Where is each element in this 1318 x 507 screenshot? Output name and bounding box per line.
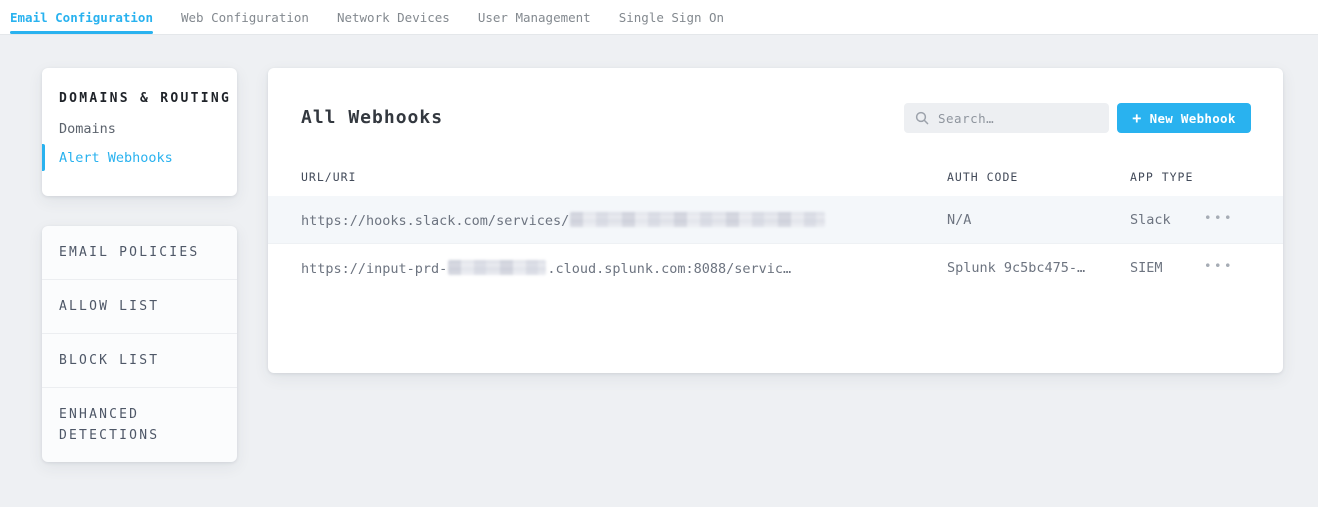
auth-code-cell: Splunk 9c5bc475-… xyxy=(947,260,1085,276)
sidebar-item-enhanced-detections[interactable]: ENHANCED DETECTIONS xyxy=(42,387,237,462)
redacted-url-segment xyxy=(448,260,546,275)
search-icon xyxy=(915,111,929,125)
tab-email-configuration[interactable]: Email Configuration xyxy=(10,0,153,34)
sidebar-item-email-policies[interactable]: EMAIL POLICIES xyxy=(42,226,237,279)
sidebar-item-label: Alert Webhooks xyxy=(59,150,173,166)
url-prefix: https://input-prd- xyxy=(301,261,447,277)
domains-routing-card: DOMAINS & ROUTING Domains Alert Webhooks xyxy=(42,68,237,196)
page-title: All Webhooks xyxy=(301,108,443,128)
new-webhook-button[interactable]: + New Webhook xyxy=(1117,103,1251,133)
ellipsis-menu-icon: ••• xyxy=(1204,258,1234,273)
sidebar-item-domains[interactable]: Domains xyxy=(42,106,237,137)
table-row: https://hooks.slack.com/services/ N/A Sl… xyxy=(268,196,1283,244)
column-header-url-uri: URL/URI xyxy=(301,170,356,184)
row-actions-menu[interactable]: ••• xyxy=(1204,210,1234,226)
tab-user-management[interactable]: User Management xyxy=(478,0,591,34)
tab-web-configuration[interactable]: Web Configuration xyxy=(181,0,309,34)
domains-routing-header: DOMAINS & ROUTING xyxy=(42,68,237,106)
new-webhook-label: New Webhook xyxy=(1150,111,1236,126)
url-prefix: https://hooks.slack.com/services/ xyxy=(301,213,569,229)
sidebar-item-allow-list[interactable]: ALLOW LIST xyxy=(42,279,237,333)
column-header-auth-code: AUTH CODE xyxy=(947,170,1018,184)
plus-icon: + xyxy=(1132,111,1141,126)
app-type-cell: SIEM xyxy=(1130,260,1163,276)
search-box xyxy=(904,103,1109,133)
tab-single-sign-on[interactable]: Single Sign On xyxy=(619,0,724,34)
webhook-url-cell: https://input-prd- .cloud.splunk.com:8088… xyxy=(301,260,791,277)
url-suffix: .cloud.splunk.com:8088/servic… xyxy=(547,261,791,277)
table-row: https://input-prd- .cloud.splunk.com:8088… xyxy=(268,244,1283,291)
app-type-cell: Slack xyxy=(1130,212,1171,228)
top-nav: Email Configuration Web Configuration Ne… xyxy=(0,0,1318,35)
sidebar-sections-card: EMAIL POLICIES ALLOW LIST BLOCK LIST ENH… xyxy=(42,226,237,462)
sidebar-item-alert-webhooks[interactable]: Alert Webhooks xyxy=(42,137,237,166)
auth-code-cell: N/A xyxy=(947,212,971,228)
ellipsis-menu-icon: ••• xyxy=(1204,210,1234,225)
webhook-url-cell: https://hooks.slack.com/services/ xyxy=(301,212,826,229)
tab-network-devices[interactable]: Network Devices xyxy=(337,0,450,34)
search-input[interactable] xyxy=(938,111,1098,126)
sidebar-item-block-list[interactable]: BLOCK LIST xyxy=(42,333,237,387)
row-actions-menu[interactable]: ••• xyxy=(1204,258,1234,274)
active-indicator-bar xyxy=(42,144,45,171)
webhooks-card: All Webhooks + New Webhook URL/URI AUTH … xyxy=(268,68,1283,373)
redacted-url-segment xyxy=(570,212,825,227)
column-header-app-type: APP TYPE xyxy=(1130,170,1193,184)
